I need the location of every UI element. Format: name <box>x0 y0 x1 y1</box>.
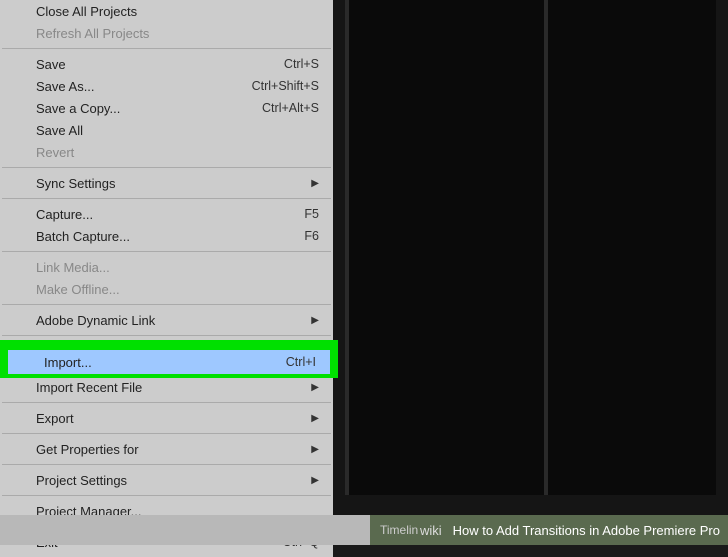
menu-item-label: Batch Capture... <box>36 229 304 244</box>
menu-separator <box>2 251 331 252</box>
tutorial-caption: How to Add Transitions in Adobe Premiere… <box>453 523 720 538</box>
menu-item-sync-settings[interactable]: Sync Settings▶ <box>0 172 333 194</box>
menu-separator <box>2 402 331 403</box>
menu-item-label: Import Recent File <box>36 380 319 395</box>
menu-item-label: Export <box>36 411 319 426</box>
menu-item-adobe-dynamic-link[interactable]: Adobe Dynamic Link▶ <box>0 309 333 331</box>
menu-item-import-recent-file[interactable]: Import Recent File▶ <box>0 376 333 398</box>
chevron-right-icon: ▶ <box>311 382 319 393</box>
menu-separator <box>2 198 331 199</box>
menu-item-shortcut: F5 <box>304 207 319 221</box>
chevron-right-icon: ▶ <box>311 315 319 326</box>
app-background <box>333 0 728 545</box>
menu-separator <box>2 167 331 168</box>
menu-item-label: Link Media... <box>36 260 319 275</box>
menu-item-label: Save As... <box>36 79 252 94</box>
chevron-right-icon: ▶ <box>311 178 319 189</box>
menu-item-label: Get Properties for <box>36 442 319 457</box>
timeline-label: Timelin <box>380 523 418 537</box>
menu-item-label: Save <box>36 57 284 72</box>
menu-item-save[interactable]: SaveCtrl+S <box>0 53 333 75</box>
menu-item-import[interactable]: Import...Ctrl+I <box>8 350 330 374</box>
menu-item-label: Capture... <box>36 207 304 222</box>
menu-item-refresh-all-projects: Refresh All Projects <box>0 22 333 44</box>
file-menu: Close All Projects Refresh All Projects Sa… <box>0 0 333 557</box>
wiki-prefix: wiki <box>420 523 442 538</box>
panel-inner <box>345 0 716 495</box>
menu-separator <box>2 48 331 49</box>
menu-item-export[interactable]: Export▶ <box>0 407 333 429</box>
menu-separator <box>2 495 331 496</box>
menu-item-label: Save a Copy... <box>36 101 262 116</box>
menu-item-make-offline: Make Offline... <box>0 278 333 300</box>
menu-item-shortcut: Ctrl+I <box>286 355 316 369</box>
menu-separator <box>2 335 331 336</box>
menu-item-label: Make Offline... <box>36 282 319 297</box>
chevron-right-icon: ▶ <box>311 475 319 486</box>
menu-item-label: Project Settings <box>36 473 319 488</box>
menu-item-capture[interactable]: Capture...F5 <box>0 203 333 225</box>
menu-item-label: Sync Settings <box>36 176 319 191</box>
menu-item-label: Refresh All Projects <box>36 26 319 41</box>
footer-overlay: Timelin wiki How to Add Transitions in A… <box>0 515 728 545</box>
menu-item-project-settings[interactable]: Project Settings▶ <box>0 469 333 491</box>
menu-item-label: Save All <box>36 123 319 138</box>
panel-divider <box>544 0 548 495</box>
menu-separator <box>2 304 331 305</box>
highlight-box: Import...Ctrl+I <box>0 340 338 378</box>
menu-item-shortcut: Ctrl+Shift+S <box>252 79 319 93</box>
chevron-right-icon: ▶ <box>311 444 319 455</box>
menu-item-revert: Revert <box>0 141 333 163</box>
menu-item-close-all-projects[interactable]: Close All Projects <box>0 0 333 22</box>
menu-item-label: Close All Projects <box>36 4 319 19</box>
menu-item-shortcut: Ctrl+S <box>284 57 319 71</box>
menu-item-save-a-copy[interactable]: Save a Copy...Ctrl+Alt+S <box>0 97 333 119</box>
menu-item-get-properties-for[interactable]: Get Properties for▶ <box>0 438 333 460</box>
menu-item-link-media: Link Media... <box>0 256 333 278</box>
menu-item-save-as[interactable]: Save As...Ctrl+Shift+S <box>0 75 333 97</box>
menu-item-shortcut: Ctrl+Alt+S <box>262 101 319 115</box>
menu-item-label: Revert <box>36 145 319 160</box>
menu-item-shortcut: F6 <box>304 229 319 243</box>
menu-item-save-all[interactable]: Save All <box>0 119 333 141</box>
menu-separator <box>2 464 331 465</box>
menu-item-label: Adobe Dynamic Link <box>36 313 319 328</box>
menu-separator <box>2 433 331 434</box>
menu-item-label: Import... <box>44 355 286 370</box>
chevron-right-icon: ▶ <box>311 413 319 424</box>
menu-item-batch-capture[interactable]: Batch Capture...F6 <box>0 225 333 247</box>
